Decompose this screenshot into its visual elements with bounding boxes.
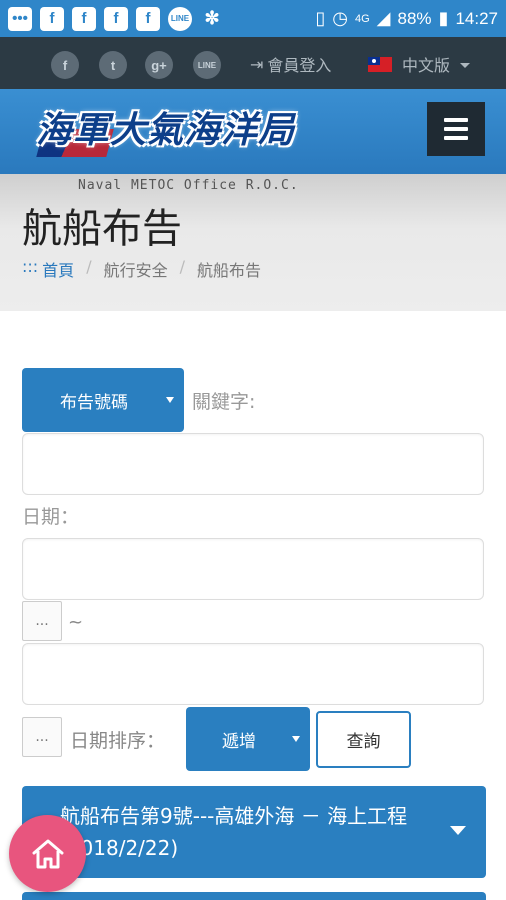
- sort-order-select[interactable]: 遞增: [186, 707, 310, 771]
- end-date-picker-button[interactable]: ...: [22, 717, 62, 757]
- status-bar: ••• f f f f LINE ✼ ▯ ◷ 4G ◢ 88% ▮ 14:27: [0, 0, 506, 37]
- breadcrumb: ::: 首頁 / 航行安全 / 航船布告: [22, 257, 261, 281]
- site-logo[interactable]: 海軍大氣海洋局: [36, 101, 295, 153]
- menu-icon-bar: [444, 127, 468, 131]
- site-header: 海軍大氣海洋局: [0, 89, 506, 174]
- search-field-select[interactable]: 布告號碼: [22, 368, 184, 432]
- menu-icon-bar: [444, 118, 468, 122]
- sort-order-select-label: 遞增: [222, 731, 256, 752]
- battery-icon: ▮: [438, 8, 449, 28]
- breadcrumb-navigation-safety[interactable]: 航行安全: [104, 257, 168, 281]
- breadcrumb-separator: /: [179, 257, 185, 276]
- facebook-notification-icon: f: [104, 6, 128, 31]
- network-type-label: 4G: [354, 12, 370, 25]
- result-item[interactable]: [22, 892, 486, 900]
- top-bar: f t g+ LINE ⇥ 會員登入 中文版: [0, 37, 506, 89]
- date-range-separator: ~: [68, 612, 84, 633]
- line-notification-icon: LINE: [168, 6, 192, 31]
- message-notification-icon: •••: [8, 6, 32, 31]
- signal-icon: ◢: [376, 8, 391, 28]
- sign-in-icon: ⇥: [250, 54, 264, 74]
- hamburger-menu-button[interactable]: [427, 102, 485, 156]
- chevron-down-icon: [460, 63, 471, 68]
- date-sort-label: 日期排序：: [70, 730, 166, 752]
- breadcrumb-marker: :::: [22, 257, 39, 276]
- breadcrumb-home-link[interactable]: 首頁: [42, 257, 74, 281]
- breadcrumb-current: 航船布告: [196, 261, 261, 280]
- menu-icon-bar: [444, 136, 468, 140]
- line-icon[interactable]: LINE: [193, 51, 221, 79]
- facebook-icon[interactable]: f: [51, 51, 79, 79]
- facebook-notification-icon: f: [72, 6, 96, 31]
- search-field-select-label: 布告號碼: [60, 392, 128, 413]
- start-date-picker-button[interactable]: ...: [22, 601, 62, 641]
- flower-notification-icon: ✼: [204, 8, 220, 28]
- home-floating-button[interactable]: [9, 815, 86, 892]
- logo-subtitle: Naval METOC Office R.O.C.: [78, 178, 299, 193]
- facebook-notification-icon: f: [136, 6, 160, 31]
- keyword-input[interactable]: [22, 433, 484, 495]
- breadcrumb-separator: /: [86, 257, 92, 276]
- caret-down-icon: [166, 397, 174, 403]
- facebook-notification-icon: f: [40, 6, 64, 31]
- battery-percent: 88%: [397, 8, 432, 28]
- keyword-label: 關鍵字:: [192, 391, 256, 413]
- language-label: 中文版: [402, 56, 451, 75]
- result-title: 航船布告第9號---高雄外海 － 海上工程(2018/2/22): [60, 804, 408, 860]
- member-login-link[interactable]: ⇥ 會員登入: [250, 52, 331, 76]
- page-title: 航船布告: [22, 206, 182, 252]
- result-item[interactable]: 航船布告第9號---高雄外海 － 海上工程(2018/2/22): [22, 786, 486, 878]
- expand-arrow-icon: [450, 826, 466, 835]
- twitter-icon[interactable]: t: [99, 51, 127, 79]
- clock: 14:27: [455, 8, 498, 28]
- vibrate-icon: ▯: [315, 8, 326, 28]
- member-login-label: 會員登入: [267, 56, 332, 75]
- start-date-input[interactable]: [22, 538, 484, 600]
- end-date-input[interactable]: [22, 643, 484, 705]
- alarm-icon: ◷: [332, 8, 348, 28]
- page-header: Naval METOC Office R.O.C. 航船布告 ::: 首頁 / …: [0, 174, 506, 311]
- date-label: 日期：: [22, 506, 80, 528]
- home-icon: [32, 839, 63, 868]
- caret-down-icon: [292, 736, 300, 742]
- language-dropdown[interactable]: 中文版: [368, 52, 471, 76]
- taiwan-flag-icon: [368, 56, 392, 72]
- query-button[interactable]: 查詢: [316, 711, 411, 768]
- google-plus-icon[interactable]: g+: [145, 51, 173, 79]
